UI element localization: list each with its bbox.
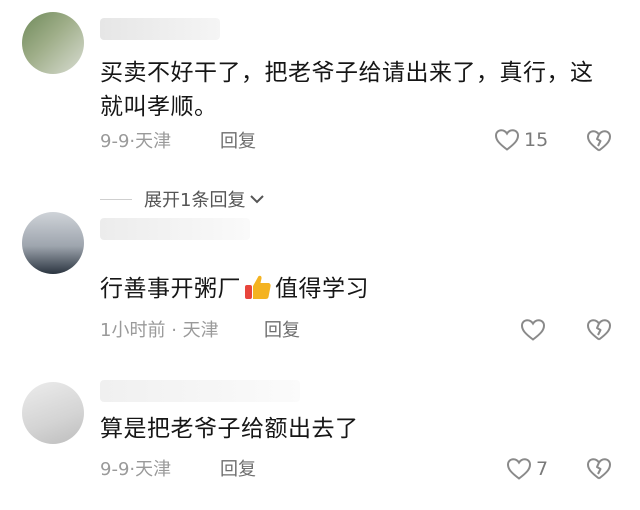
avatar[interactable] [22,212,84,274]
comment-meta: 1小时前 · 天津 [100,318,219,344]
comment-location: 天津 [182,320,219,341]
like-count: 7 [536,458,549,480]
chevron-down-icon [250,195,265,204]
heart-icon[interactable] [520,318,546,342]
comment-meta: 9-9·天津 [100,457,171,483]
heart-icon [494,129,520,151]
broken-heart-icon[interactable] [586,457,612,481]
like-button[interactable]: 7 [506,457,548,481]
heart-icon [506,458,532,480]
expand-replies-label: 展开1条回复 [144,190,246,211]
reply-button[interactable]: 回复 [264,318,300,344]
like-button[interactable]: 15 [494,128,548,152]
comment-location: 天津 [135,131,172,152]
expand-replies-button[interactable]: 展开1条回复 [100,186,266,212]
comment-date: 9-9 [100,459,130,480]
username-blurred[interactable] [100,18,220,40]
username-blurred[interactable] [100,218,250,240]
username-blurred[interactable] [100,380,300,402]
avatar[interactable] [22,382,84,444]
thumbs-up-icon [245,275,271,299]
broken-heart-icon[interactable] [586,129,612,153]
broken-heart-icon[interactable] [586,318,612,342]
comment-meta: 9-9·天津 [100,129,171,155]
comment-text: 算是把老爷子给额出去了 [100,416,359,442]
comment-date: 9-9 [100,131,130,152]
comment-text-part: 行善事开粥厂 [100,276,241,302]
divider-line [100,198,132,200]
avatar[interactable] [22,12,84,74]
comment-text: 行善事开粥厂 值得学习 [100,272,610,306]
comment-text-part: 值得学习 [275,276,369,302]
comment-location: 天津 [135,459,172,480]
comment-text: 买卖不好干了，把老爷子给请出来了，真行，这就叫孝顺。 [100,60,594,120]
meta-separator: · [171,320,177,341]
comment-date: 1小时前 [100,320,166,341]
like-count: 15 [524,129,549,151]
reply-button[interactable]: 回复 [220,457,256,483]
reply-button[interactable]: 回复 [220,129,256,155]
